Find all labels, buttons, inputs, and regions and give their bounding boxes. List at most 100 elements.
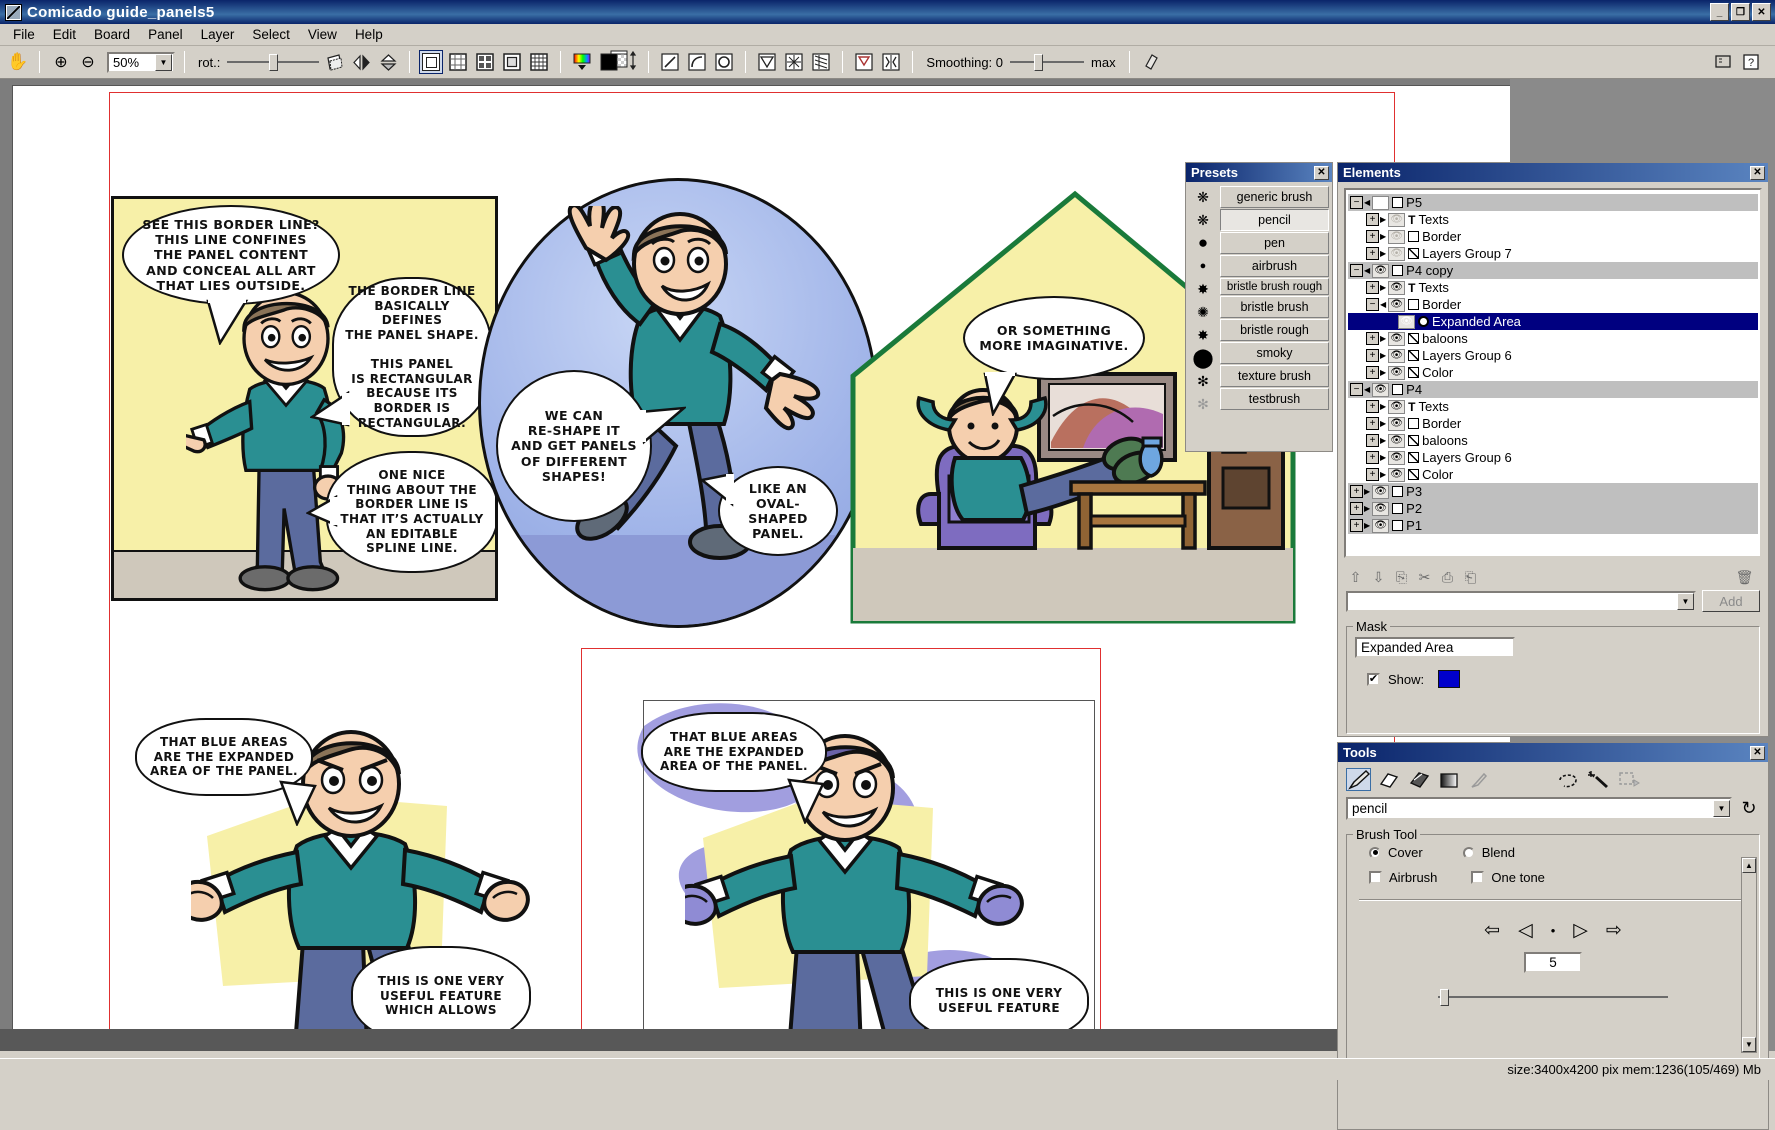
tree-row-border[interactable]: +▶👁Border <box>1348 415 1758 432</box>
tree-expander[interactable]: + <box>1366 468 1379 481</box>
size-last-icon[interactable]: ⇨ <box>1606 919 1622 942</box>
tree-expander[interactable]: + <box>1366 417 1379 430</box>
layer-visibility-toggle[interactable] <box>1372 196 1389 210</box>
layer-visibility-toggle[interactable]: 👁 <box>1388 281 1405 295</box>
rotation-slider-knob[interactable] <box>269 54 278 71</box>
speech-bubble-3[interactable]: ONE NICETHING ABOUT THEBORDER LINE ISTHA… <box>326 451 498 573</box>
tree-expander[interactable]: + <box>1366 400 1379 413</box>
chevron-down-icon[interactable]: ▼ <box>1677 593 1694 610</box>
preset-airbrush[interactable]: airbrush <box>1220 255 1329 277</box>
layer-visibility-toggle[interactable]: 👁 <box>1372 519 1389 533</box>
tree-row-p4[interactable]: −◀👁P4 <box>1348 381 1758 398</box>
layer-visibility-toggle[interactable]: 👁 <box>1388 400 1405 414</box>
layer-visibility-toggle[interactable]: 👁 <box>1388 332 1405 346</box>
panel-border-icon[interactable] <box>500 50 524 74</box>
rotate-page-icon[interactable] <box>322 50 346 74</box>
preset-bristle-brush-rough[interactable]: bristle brush rough <box>1220 278 1329 295</box>
menu-item-edit[interactable]: Edit <box>44 24 85 45</box>
move-up-icon[interactable]: ⇧ <box>1346 568 1365 587</box>
comic-panel-5-expanded[interactable]: THAT BLUE AREASARE THE EXPANDEDAREA OF T… <box>581 648 1101 1029</box>
speech-bubble-8[interactable]: THIS IS ONE VERYUSEFUL FEATUREWHICH ALLO… <box>351 946 531 1029</box>
layer-visibility-toggle[interactable]: 👁 <box>1388 349 1405 363</box>
preset-bristle-brush[interactable]: bristle brush <box>1220 296 1329 318</box>
layer-visibility-toggle[interactable]: 👁 <box>1388 213 1405 227</box>
onetone-checkbox-row[interactable]: One tone <box>1471 870 1545 885</box>
airbrush-checkbox[interactable] <box>1369 871 1382 884</box>
layer-visibility-toggle[interactable]: 👁 <box>1388 468 1405 482</box>
tree-expander[interactable]: + <box>1366 281 1379 294</box>
tree-row-baloons[interactable]: +▶👁baloons <box>1348 330 1758 347</box>
layer-visibility-toggle[interactable]: 👁 <box>1388 298 1405 312</box>
menu-item-panel[interactable]: Panel <box>139 24 192 45</box>
tree-expander[interactable]: + <box>1366 434 1379 447</box>
panel-single-icon[interactable] <box>419 50 443 74</box>
help-question-icon[interactable]: ? <box>1739 50 1763 74</box>
brush-size-slider-knob[interactable] <box>1440 989 1449 1006</box>
layer-visibility-toggle[interactable]: 👁 <box>1388 451 1405 465</box>
tree-row-border[interactable]: +▶👁Border <box>1348 228 1758 245</box>
eraser-toolbar-icon[interactable] <box>1139 50 1163 74</box>
speech-bubble-5[interactable]: LIKE ANOVAL-SHAPEDPANEL. <box>718 466 838 556</box>
line-tool-icon[interactable] <box>658 50 682 74</box>
foreground-background-color[interactable] <box>597 49 639 75</box>
speech-bubble-10[interactable]: THIS IS ONE VERYUSEFUL FEATURE <box>909 958 1089 1029</box>
tree-expander[interactable]: + <box>1350 485 1363 498</box>
tree-row-expanded-area[interactable]: 👁Expanded Area <box>1348 313 1758 330</box>
gradient-tool-icon[interactable] <box>1436 768 1461 791</box>
tree-expander[interactable]: − <box>1350 196 1363 209</box>
tree-row-color[interactable]: +▶👁Color <box>1348 364 1758 381</box>
preset-bristle-rough[interactable]: bristle rough <box>1220 319 1329 341</box>
tree-row-layers-group-7[interactable]: +▶👁Layers Group 7 <box>1348 245 1758 262</box>
size-prev-icon[interactable]: ◁ <box>1518 919 1533 942</box>
close-button[interactable]: ✕ <box>1752 3 1771 21</box>
airbrush-checkbox-row[interactable]: Airbrush <box>1369 870 1437 885</box>
layer-visibility-toggle[interactable]: 👁 <box>1372 485 1389 499</box>
tree-row-color[interactable]: +▶👁Color <box>1348 466 1758 483</box>
radial-lines-icon[interactable] <box>782 50 806 74</box>
size-next-icon[interactable]: ▷ <box>1573 919 1588 942</box>
tree-expander[interactable]: − <box>1350 264 1363 277</box>
add-layer-button[interactable]: Add <box>1702 590 1760 612</box>
mirror-shape-icon[interactable] <box>879 50 903 74</box>
zoom-out-icon[interactable]: ⊖ <box>76 50 100 74</box>
speech-bubble-6[interactable]: OR SOMETHINGMORE IMAGINATIVE. <box>963 296 1145 380</box>
tree-row-layers-group-6[interactable]: +▶👁Layers Group 6 <box>1348 449 1758 466</box>
comic-panel-2-oval[interactable]: WE CANRE-SHAPE ITAND GET PANELSOF DIFFER… <box>478 178 878 628</box>
menu-item-file[interactable]: File <box>4 24 44 45</box>
tree-expander[interactable]: − <box>1350 383 1363 396</box>
size-first-icon[interactable]: ⇦ <box>1484 919 1500 942</box>
canvas-horizontal-scrollbar[interactable] <box>0 1029 1510 1051</box>
mask-show-checkbox[interactable]: ✔ <box>1367 673 1380 686</box>
tree-row-p5[interactable]: −◀P5 <box>1348 194 1758 211</box>
tree-row-texts[interactable]: +▶👁TTexts <box>1348 279 1758 296</box>
eraser-tool-icon[interactable] <box>1376 768 1401 791</box>
hand-tool-icon[interactable]: ✋ <box>6 50 30 74</box>
speech-bubble-1[interactable]: SEE THIS BORDER LINE?THIS LINE CONFINEST… <box>122 205 340 305</box>
fullscreen-icon[interactable] <box>1711 50 1735 74</box>
lasso-tool-icon[interactable] <box>1555 768 1580 791</box>
onetone-checkbox[interactable] <box>1471 871 1484 884</box>
preset-texture-brush[interactable]: texture brush <box>1220 365 1329 387</box>
eyedropper-tool-icon[interactable] <box>1466 768 1491 791</box>
tree-expander[interactable]: + <box>1366 349 1379 362</box>
tree-row-baloons[interactable]: +▶👁baloons <box>1348 432 1758 449</box>
tree-expander[interactable]: − <box>1366 298 1379 311</box>
cover-radio-row[interactable]: Cover <box>1369 845 1423 860</box>
layer-visibility-toggle[interactable]: 👁 <box>1388 230 1405 244</box>
elements-close-icon[interactable]: ✕ <box>1750 166 1765 180</box>
menu-item-layer[interactable]: Layer <box>192 24 244 45</box>
preset-pencil[interactable]: pencil <box>1220 209 1329 231</box>
flip-vertical-icon[interactable] <box>376 50 400 74</box>
layer-visibility-toggle[interactable]: 👁 <box>1372 383 1389 397</box>
speech-bubble-2[interactable]: THE BORDER LINEBASICALLY DEFINESTHE PANE… <box>332 277 492 437</box>
merge-layer-icon[interactable]: ⎗ <box>1461 568 1480 587</box>
layer-visibility-toggle[interactable]: 👁 <box>1388 366 1405 380</box>
layer-visibility-toggle[interactable]: 👁 <box>1372 264 1389 278</box>
preset-pen[interactable]: pen <box>1220 232 1329 254</box>
tree-row-p3[interactable]: +▶👁P3 <box>1348 483 1758 500</box>
layer-visibility-toggle[interactable]: 👁 <box>1398 315 1415 329</box>
menu-item-help[interactable]: Help <box>346 24 392 45</box>
panel-grid-icon[interactable] <box>446 50 470 74</box>
tree-expander[interactable]: + <box>1366 230 1379 243</box>
tree-expander[interactable]: + <box>1366 247 1379 260</box>
